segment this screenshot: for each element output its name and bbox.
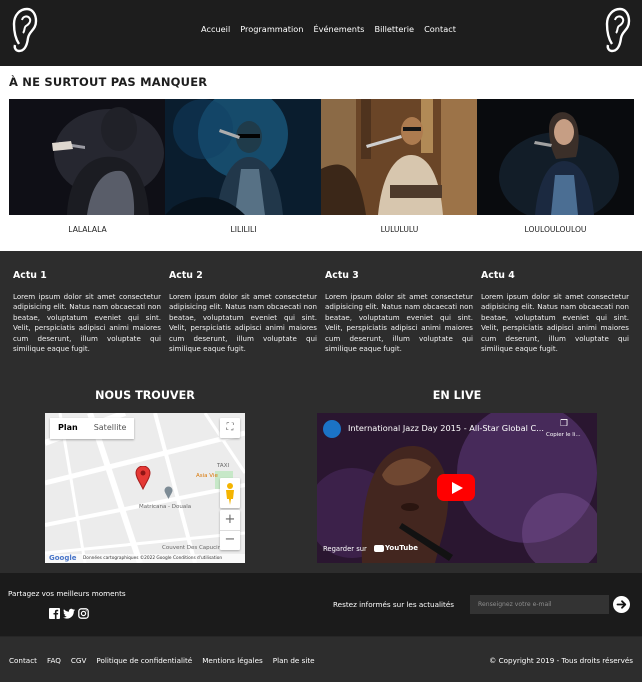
artist-photo-3[interactable] <box>321 99 478 215</box>
footer-link-privacy[interactable]: Politique de confidentialité <box>96 656 192 665</box>
site-header: Accueil Programmation Événements Billett… <box>0 0 642 66</box>
artist-photo-image <box>477 99 634 215</box>
artist-name-4: LOULOULOULOU <box>524 225 587 234</box>
news-title: Actu 4 <box>481 270 515 281</box>
youtube-wordmark: YouTube <box>385 544 418 552</box>
newsletter-label: Restez informés sur les actualités <box>333 600 454 609</box>
instagram-icon[interactable] <box>78 608 89 619</box>
artist-name-2: LILILILI <box>230 225 257 234</box>
nav-item-evenements[interactable]: Événements <box>313 24 364 34</box>
footer-link-faq[interactable]: FAQ <box>47 656 61 665</box>
news-item-4: Actu 4 Lorem ipsum dolor sit amet consec… <box>481 270 629 354</box>
main-nav: Accueil Programmation Événements Billett… <box>201 24 456 34</box>
youtube-icon <box>374 544 384 552</box>
news-title: Actu 3 <box>325 270 359 281</box>
copy-link-button[interactable]: Copier le li... <box>546 432 581 438</box>
twitter-icon[interactable] <box>63 608 75 619</box>
zoom-controls: + − <box>220 510 240 550</box>
map-tab-plan[interactable]: Plan <box>50 418 86 439</box>
map-tab-satellite[interactable]: Satellite <box>86 418 135 439</box>
news-item-3: Actu 3 Lorem ipsum dolor sit amet consec… <box>325 270 473 354</box>
watch-on-label[interactable]: Regarder sur <box>323 545 367 553</box>
artist-name-3: LULULULU <box>380 225 419 234</box>
footer-link-legal[interactable]: Mentions légales <box>202 656 263 665</box>
artist-photo-image <box>9 99 166 215</box>
news-body: Lorem ipsum dolor sit amet consectetur a… <box>481 292 629 354</box>
news-body: Lorem ipsum dolor sit amet consectetur a… <box>13 292 161 354</box>
facebook-icon[interactable] <box>49 608 60 619</box>
nav-item-billetterie[interactable]: Billetterie <box>374 24 414 34</box>
youtube-logo[interactable]: YouTube <box>374 544 418 552</box>
zoom-out-button[interactable]: − <box>220 530 240 550</box>
ear-logo-icon <box>605 7 631 53</box>
nav-item-programmation[interactable]: Programmation <box>240 24 303 34</box>
copy-icon[interactable]: ❐ <box>560 419 568 429</box>
find-title: NOUS TROUVER <box>95 389 195 402</box>
artist-photo-4[interactable] <box>477 99 634 215</box>
artist-photo-1[interactable] <box>9 99 166 215</box>
newsletter-submit-button[interactable] <box>613 596 630 613</box>
map-pin-icon[interactable] <box>135 466 151 490</box>
nav-item-accueil[interactable]: Accueil <box>201 24 230 34</box>
footer-top: Partagez vos meilleurs moments Restez in… <box>0 573 642 636</box>
news-title: Actu 2 <box>169 270 203 281</box>
footer-link-cgv[interactable]: CGV <box>71 656 87 665</box>
ear-logo-icon[interactable] <box>10 6 38 56</box>
footer-link-contact[interactable]: Contact <box>9 656 37 665</box>
place-marker-icon <box>164 486 173 499</box>
share-label: Partagez vos meilleurs moments <box>8 589 126 598</box>
nav-item-contact[interactable]: Contact <box>424 24 456 34</box>
google-logo: Google <box>49 554 77 562</box>
zoom-in-button[interactable]: + <box>220 510 240 530</box>
footer-link-sitemap[interactable]: Plan de site <box>273 656 315 665</box>
artist-photo-image <box>321 99 478 215</box>
map-label-matricana: Matricana - Douala <box>139 504 192 510</box>
live-video-player[interactable]: International Jazz Day 2015 - All-Star G… <box>317 413 597 563</box>
newsletter-email-field[interactable] <box>470 595 609 614</box>
footer-links: Contact FAQ CGV Politique de confidentia… <box>9 656 315 665</box>
arrow-right-icon <box>616 600 627 609</box>
footer-bottom: Contact FAQ CGV Politique de confidentia… <box>0 636 642 682</box>
copyright-text: © Copyright 2019 - Tous droits réservés <box>489 656 633 665</box>
news-item-2: Actu 2 Lorem ipsum dolor sit amet consec… <box>169 270 317 354</box>
play-button[interactable] <box>437 474 475 501</box>
artist-photo-2[interactable] <box>165 99 322 215</box>
location-map[interactable]: Plan Satellite ⛶ Matricana - Douala Couv… <box>45 413 245 563</box>
social-links <box>49 608 89 619</box>
fullscreen-icon[interactable]: ⛶ <box>220 418 240 438</box>
map-label-taxi: TAXI <box>217 463 230 469</box>
channel-logo-icon[interactable] <box>323 420 341 438</box>
artist-photo-image <box>165 99 322 215</box>
map-type-tabs: Plan Satellite <box>50 418 135 439</box>
news-body: Lorem ipsum dolor sit amet consectetur a… <box>169 292 317 354</box>
news-body: Lorem ipsum dolor sit amet consectetur a… <box>325 292 473 354</box>
artist-name-1: LALALALA <box>68 225 107 234</box>
pegman-icon[interactable] <box>220 478 240 508</box>
news-item-1: Actu 1 Lorem ipsum dolor sit amet consec… <box>13 270 161 354</box>
video-title[interactable]: International Jazz Day 2015 - All-Star G… <box>348 423 544 433</box>
map-label-asia-vie: Asia Vie <box>196 473 218 479</box>
featured-section: À NE SURTOUT PAS MANQUER LALALALA LILILI… <box>0 66 642 251</box>
news-title: Actu 1 <box>13 270 47 281</box>
map-label-couvent: Couvent Des Capucins <box>162 545 225 551</box>
live-title: EN LIVE <box>432 389 482 402</box>
featured-title: À NE SURTOUT PAS MANQUER <box>9 75 208 89</box>
